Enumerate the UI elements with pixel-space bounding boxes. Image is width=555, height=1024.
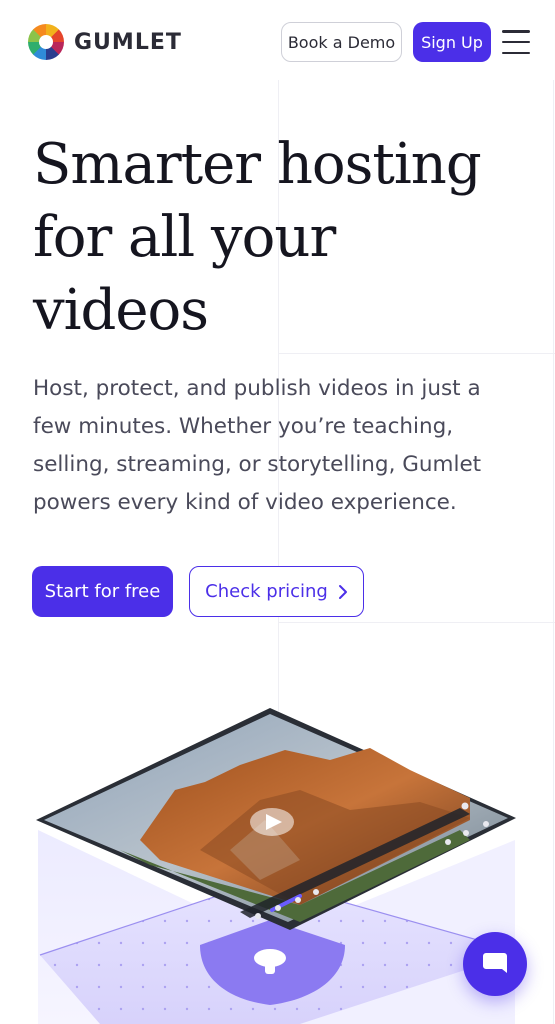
hero-title-line-1: Smarter hosting xyxy=(33,132,482,197)
check-pricing-button[interactable]: Check pricing xyxy=(189,566,364,617)
check-pricing-label: Check pricing xyxy=(205,581,328,602)
logo[interactable]: GUMLET xyxy=(28,24,182,60)
sign-up-button[interactable]: Sign Up xyxy=(413,22,491,62)
hero-title-line-2: for all your xyxy=(33,205,336,270)
gumlet-logo-icon xyxy=(28,24,64,60)
chevron-right-icon xyxy=(338,584,347,599)
site-header: GUMLET Book a Demo Sign Up xyxy=(0,0,555,84)
play-icon xyxy=(250,808,294,836)
hero-title: Smarter hosting for all your videos xyxy=(33,128,533,347)
chat-icon xyxy=(483,953,507,973)
hamburger-icon[interactable] xyxy=(502,30,530,54)
hero-subtitle: Host, protect, and publish videos in jus… xyxy=(33,376,482,515)
book-demo-button[interactable]: Book a Demo xyxy=(281,22,402,62)
logo-text: GUMLET xyxy=(74,29,182,55)
chat-button[interactable] xyxy=(463,932,527,996)
start-for-free-button[interactable]: Start for free xyxy=(32,566,173,617)
hero-title-line-3: videos xyxy=(33,278,209,343)
